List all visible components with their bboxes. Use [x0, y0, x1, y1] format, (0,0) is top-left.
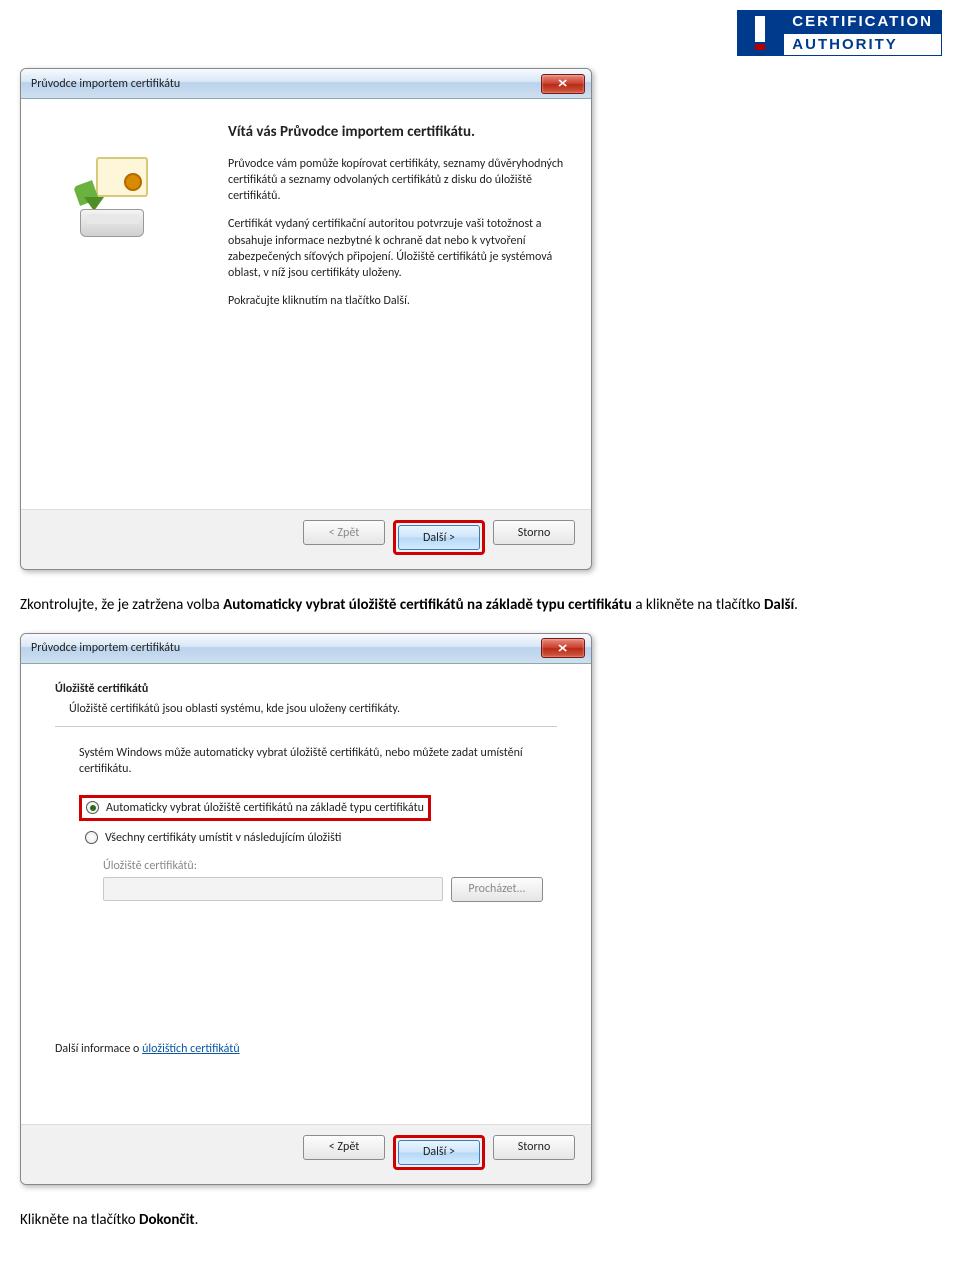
- wizard-paragraph-3: Pokračujte kliknutím na tlačítko Další.: [228, 293, 567, 309]
- instruction-1: Zkontrolujte, že je zatržena volba Autom…: [0, 584, 960, 629]
- store-input: [103, 877, 443, 901]
- button-row: < Zpět Další > Storno: [21, 509, 591, 569]
- highlight-next: Další >: [393, 520, 485, 555]
- instruction-2: Klikněte na tlačítko Dokončit.: [0, 1199, 960, 1244]
- next-button[interactable]: Další >: [398, 525, 480, 550]
- divider: [55, 726, 557, 727]
- window-title-2: Průvodce importem certifikátu: [31, 641, 180, 655]
- instr2-pre: Klikněte na tlačítko: [20, 1211, 139, 1229]
- wizard-paragraph-2: Certifikát vydaný certifikační autoritou…: [228, 216, 567, 281]
- logo-bar: CERTIFICATION AUTHORITY: [0, 0, 960, 64]
- section-subtext: Úložiště certifikátů jsou oblasti systém…: [55, 702, 557, 716]
- close-button-2[interactable]: ✕: [541, 638, 585, 658]
- button-row-2: < Zpět Další > Storno: [21, 1124, 591, 1184]
- instr2-bold: Dokončit: [139, 1211, 195, 1229]
- radio-manual[interactable]: [85, 831, 98, 844]
- highlight-next-2: Další >: [393, 1135, 485, 1170]
- more-pre: Další informace o: [55, 1042, 142, 1056]
- wizard-paragraph-1: Průvodce vám pomůže kopírovat certifikát…: [228, 156, 567, 205]
- section-heading: Úložiště certifikátů: [55, 682, 557, 696]
- certificate-import-icon: [74, 157, 164, 237]
- next-button-2[interactable]: Další >: [398, 1140, 480, 1165]
- instr2-post: .: [195, 1211, 199, 1229]
- instr1-bold: Automaticky vybrat úložiště certifikátů …: [223, 596, 632, 614]
- back-button-2[interactable]: < Zpět: [303, 1135, 385, 1160]
- highlight-option-1: Automaticky vybrat úložiště certifikátů …: [79, 795, 431, 821]
- titlebar-2: Průvodce importem certifikátu ✕: [21, 634, 591, 664]
- more-info-link[interactable]: úložištích certifikátů: [142, 1042, 240, 1056]
- instr1-bold2: Další: [764, 596, 794, 614]
- wizard-heading: Vítá vás Průvodce importem certifikátu.: [228, 123, 567, 142]
- wizard-dialog-1: Průvodce importem certifikátu ✕ Vítá vás…: [20, 68, 592, 570]
- window-title: Průvodce importem certifikátu: [31, 77, 180, 91]
- titlebar: Průvodce importem certifikátu ✕: [21, 69, 591, 99]
- cancel-button-2[interactable]: Storno: [493, 1135, 575, 1160]
- instr1-post: .: [794, 596, 798, 614]
- back-button[interactable]: < Zpět: [303, 520, 385, 545]
- radio-auto[interactable]: [86, 801, 99, 814]
- close-button[interactable]: ✕: [541, 74, 585, 94]
- store-field-label: Úložiště certifikátů:: [79, 849, 547, 877]
- instr1-pre: Zkontrolujte, že je zatržena volba: [20, 596, 223, 614]
- logo-mark-icon: [737, 10, 783, 56]
- instr1-mid: a klikněte na tlačítko: [632, 596, 764, 614]
- logo: CERTIFICATION AUTHORITY: [737, 10, 942, 56]
- intro-text: Systém Windows může automaticky vybrat ú…: [79, 745, 547, 777]
- logo-text-2: AUTHORITY: [783, 33, 942, 56]
- radio-auto-label: Automaticky vybrat úložiště certifikátů …: [106, 801, 424, 815]
- logo-text-1: CERTIFICATION: [783, 10, 942, 33]
- wizard-dialog-2: Průvodce importem certifikátu ✕ Úložiště…: [20, 633, 592, 1185]
- wizard-sidebar: [21, 99, 216, 509]
- cancel-button[interactable]: Storno: [493, 520, 575, 545]
- more-info-row: Další informace o úložištích certifikátů: [55, 1042, 557, 1056]
- radio-manual-label: Všechny certifikáty umístit v následujíc…: [105, 831, 341, 845]
- browse-button[interactable]: Procházet...: [451, 877, 543, 902]
- close-icon: ✕: [557, 77, 568, 90]
- close-icon: ✕: [557, 642, 568, 655]
